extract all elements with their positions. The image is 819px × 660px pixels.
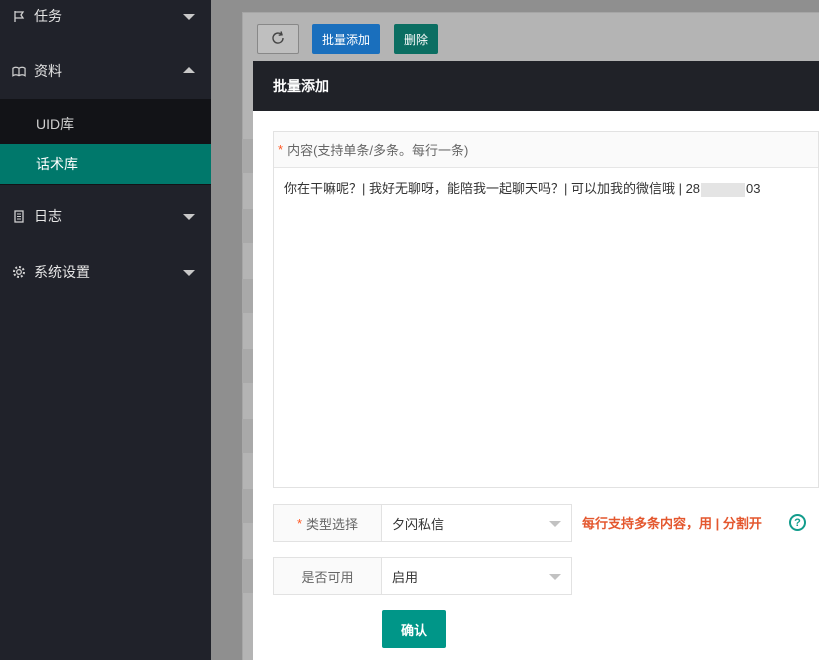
- book-icon: [12, 64, 26, 78]
- delete-button[interactable]: 删除: [394, 24, 438, 54]
- chevron-down-icon: [183, 214, 195, 220]
- enabled-select[interactable]: 启用: [382, 557, 572, 595]
- sidebar-item-label: 任务: [34, 8, 62, 24]
- confirm-button[interactable]: 确认: [382, 610, 446, 648]
- help-icon[interactable]: ?: [789, 514, 806, 531]
- type-select-row: * 类型选择 夕闪私信: [273, 504, 572, 542]
- sidebar-item-label: 资料: [34, 63, 62, 79]
- content-field-label: * 内容(支持单条/多条。每行一条): [274, 132, 818, 168]
- content-textarea[interactable]: * 内容(支持单条/多条。每行一条) 你在干嘛呢？| 我好无聊呀，能陪我一起聊天…: [273, 131, 819, 488]
- modal-title: 批量添加: [253, 61, 819, 111]
- sidebar: 任务 资料 UID库 话术库 日志 系统设置: [0, 0, 211, 660]
- content-value-start: 你在干嘛呢？| 我好无聊呀，能陪我一起聊天吗？| 可以加我的微信哦 | 28: [284, 181, 701, 196]
- chevron-down-icon: [183, 14, 195, 20]
- flag-icon: [12, 9, 26, 23]
- content-value-end: 03: [746, 181, 761, 196]
- enabled-select-label: 是否可用: [273, 557, 382, 595]
- refresh-icon: [270, 30, 286, 49]
- required-marker: *: [278, 142, 284, 157]
- sidebar-item-label: 系统设置: [34, 264, 90, 280]
- required-marker: *: [296, 515, 303, 531]
- sidebar-item-materials[interactable]: 资料: [0, 43, 211, 99]
- sidebar-item-uid-library[interactable]: UID库: [0, 104, 211, 144]
- content-label-text: 内容(支持单条/多条。每行一条): [287, 143, 469, 158]
- enabled-select-value: 启用: [392, 569, 419, 585]
- format-hint: 每行支持多条内容，用 | 分割开: [582, 516, 762, 531]
- gear-icon: [12, 265, 26, 279]
- sidebar-item-label: 话术库: [36, 156, 78, 172]
- type-select-label: * 类型选择: [273, 504, 382, 542]
- chevron-down-icon: [549, 574, 561, 580]
- sidebar-item-tasks[interactable]: 任务: [0, 0, 211, 44]
- refresh-button[interactable]: [257, 24, 299, 54]
- type-select-value: 夕闪私信: [392, 516, 445, 532]
- type-select[interactable]: 夕闪私信: [382, 504, 572, 542]
- chevron-down-icon: [549, 521, 561, 527]
- sidebar-item-settings[interactable]: 系统设置: [0, 244, 211, 300]
- sidebar-item-label: 日志: [34, 208, 62, 224]
- chevron-up-icon: [183, 67, 195, 73]
- document-icon: [12, 209, 26, 223]
- content-value[interactable]: 你在干嘛呢？| 我好无聊呀，能陪我一起聊天吗？| 可以加我的微信哦 | 28 03: [274, 168, 818, 197]
- sidebar-item-label: UID库: [36, 116, 75, 132]
- redacted-block: [701, 182, 746, 197]
- type-label-text: 类型选择: [306, 516, 359, 532]
- enabled-select-row: 是否可用 启用: [273, 557, 572, 595]
- sidebar-item-script-library[interactable]: 话术库: [0, 144, 211, 184]
- batch-add-button[interactable]: 批量添加: [312, 24, 380, 54]
- sidebar-submenu: UID库 话术库: [0, 99, 211, 185]
- chevron-down-icon: [183, 270, 195, 276]
- batch-add-modal: 批量添加 * 内容(支持单条/多条。每行一条) 你在干嘛呢？| 我好无聊呀，能陪…: [253, 61, 819, 660]
- sidebar-item-logs[interactable]: 日志: [0, 188, 211, 244]
